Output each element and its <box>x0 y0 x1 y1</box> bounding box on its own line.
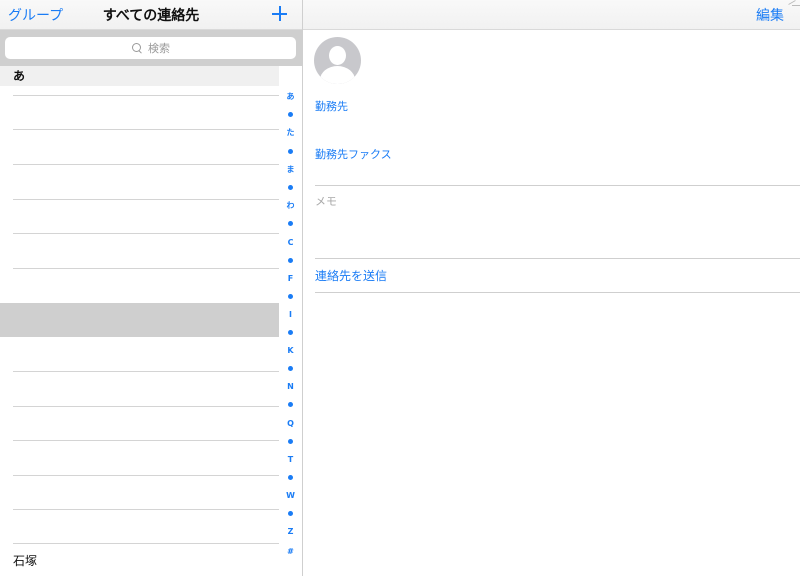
index-dot <box>288 511 293 516</box>
plus-icon[interactable] <box>270 2 290 24</box>
index-letter[interactable]: ま <box>279 165 302 175</box>
person-icon <box>329 46 346 65</box>
index-dot <box>288 330 293 335</box>
work-fax-label[interactable]: 勤務先ファクス <box>315 146 392 162</box>
table-row[interactable] <box>0 476 279 509</box>
index-letter[interactable]: Z <box>279 527 302 537</box>
index-letter[interactable]: C <box>279 238 302 248</box>
row-separator <box>13 543 279 544</box>
table-row[interactable] <box>0 372 279 406</box>
index-dot <box>288 475 293 480</box>
table-row[interactable] <box>0 200 279 233</box>
divider <box>315 258 800 259</box>
work-label[interactable]: 勤務先 <box>315 98 348 114</box>
contact-detail-pane: 編集 勤務先 勤務先ファクス メモ 連絡先を送信 <box>303 0 800 576</box>
index-dot <box>288 366 293 371</box>
detail-nav-bar: 編集 <box>303 0 800 30</box>
index-letter[interactable]: K <box>279 346 302 356</box>
send-contact-button[interactable]: 連絡先を送信 <box>315 267 387 284</box>
table-row[interactable] <box>0 269 279 303</box>
list-nav-bar: グループ すべての連絡先 <box>0 0 302 30</box>
index-letter[interactable]: T <box>279 455 302 465</box>
selected-table-row[interactable] <box>0 303 279 337</box>
index-letter[interactable]: W <box>279 491 302 501</box>
index-dot <box>288 258 293 263</box>
list-title: すべての連絡先 <box>102 8 200 24</box>
table-row[interactable] <box>0 165 279 199</box>
divider <box>315 292 800 293</box>
table-row[interactable] <box>0 130 279 164</box>
index-dot <box>288 402 293 407</box>
avatar[interactable] <box>314 37 361 84</box>
contacts-list-pane: グループ すべての連絡先 検索 あ 石塚 あ た ま わ C F I K N Q… <box>0 0 302 576</box>
contact-name[interactable]: 石塚 <box>13 552 37 569</box>
table-row[interactable] <box>0 407 279 440</box>
edit-button[interactable]: 編集 <box>756 5 784 25</box>
search-placeholder: 検索 <box>148 42 170 55</box>
table-row[interactable] <box>0 510 279 544</box>
index-letter[interactable]: た <box>279 128 302 138</box>
memo-label[interactable]: メモ <box>315 193 337 209</box>
index-letter[interactable]: N <box>279 382 302 392</box>
corner-icon <box>786 0 800 8</box>
index-dot <box>288 439 293 444</box>
index-letter[interactable]: わ <box>279 201 302 211</box>
table-row[interactable] <box>0 87 279 95</box>
groups-button[interactable]: グループ <box>8 5 63 25</box>
index-dot <box>288 149 293 154</box>
search-icon <box>131 42 143 54</box>
table-row[interactable] <box>0 441 279 475</box>
table-row[interactable] <box>0 96 279 129</box>
index-letter[interactable]: あ <box>279 92 302 102</box>
index-dot <box>288 294 293 299</box>
section-index[interactable]: あ た ま わ C F I K N Q T W Z # <box>279 88 302 558</box>
index-dot <box>288 185 293 190</box>
section-header: あ <box>0 66 279 86</box>
search-input[interactable]: 検索 <box>5 37 296 59</box>
index-dot <box>288 112 293 117</box>
table-row[interactable] <box>0 234 279 268</box>
index-dot <box>288 221 293 226</box>
table-row[interactable] <box>0 337 279 371</box>
index-letter[interactable]: I <box>279 310 302 320</box>
index-letter[interactable]: # <box>279 547 302 557</box>
index-letter[interactable]: Q <box>279 419 302 429</box>
index-letter[interactable]: F <box>279 274 302 284</box>
search-bar: 検索 <box>0 30 302 66</box>
divider <box>315 185 800 186</box>
